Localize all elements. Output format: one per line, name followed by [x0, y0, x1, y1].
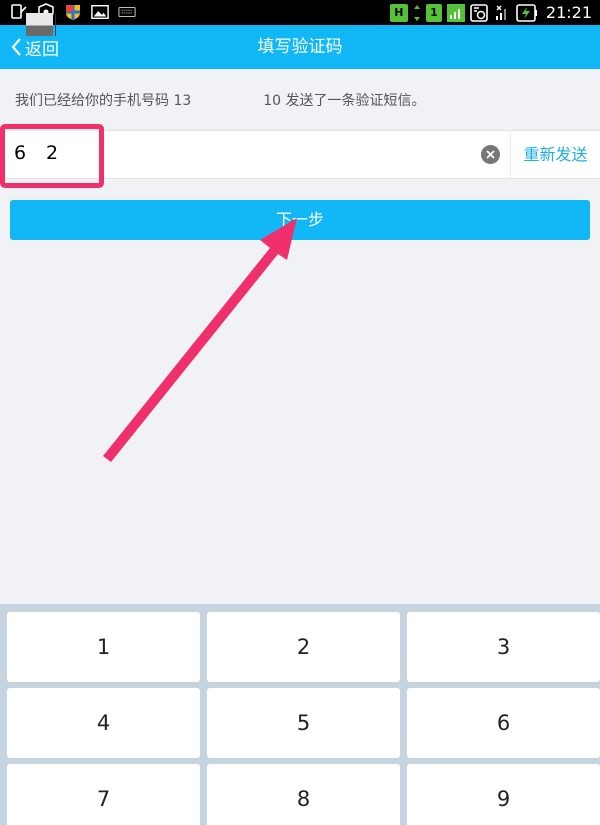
- close-icon: [486, 150, 495, 159]
- message-phone-tail: 10: [263, 93, 282, 109]
- key-2[interactable]: 2: [207, 612, 400, 682]
- text-cursor: [55, 14, 56, 36]
- page-title: 填写验证码: [257, 37, 343, 57]
- clear-input-button[interactable]: [481, 145, 500, 164]
- input-highlight-annotation: [0, 124, 104, 188]
- numeric-keypad: 1 2 3 4 5 6 7 8 9: [0, 604, 600, 825]
- data-arrows-icon: [413, 4, 421, 22]
- key-5[interactable]: 5: [207, 688, 400, 758]
- verify-code-screen: H 1 21:21 返回 填写验证码 我们已经给你的手机号码 13 10 发送了…: [0, 0, 600, 825]
- phone-number-redaction: [191, 94, 264, 108]
- status-bar: H 1 21:21: [0, 0, 600, 25]
- code-redaction: [26, 13, 53, 36]
- signal-weak-icon: [493, 4, 511, 22]
- key-3[interactable]: 3: [407, 612, 600, 682]
- key-4[interactable]: 4: [7, 688, 200, 758]
- key-6[interactable]: 6: [407, 688, 600, 758]
- keyboard-icon: [118, 3, 136, 21]
- key-1[interactable]: 1: [7, 612, 200, 682]
- battery-charging-icon: [516, 3, 538, 22]
- system-status: H 1 21:21: [389, 2, 592, 23]
- sms-sent-message: 我们已经给你的手机号码 13 10 发送了一条验证短信。: [15, 90, 426, 110]
- key-8[interactable]: 8: [207, 764, 400, 825]
- image-icon: [91, 3, 109, 21]
- next-step-button[interactable]: 下一步: [10, 200, 590, 240]
- title-bar: 返回 填写验证码: [0, 25, 600, 69]
- back-label: 返回: [25, 39, 59, 60]
- message-suffix: 发送了一条验证短信。: [281, 93, 426, 109]
- resend-button[interactable]: 重新发送: [510, 130, 600, 179]
- key-9[interactable]: 9: [407, 764, 600, 825]
- signal-icon: [446, 3, 465, 22]
- message-prefix: 我们已经给你的手机号码 13: [15, 93, 192, 109]
- h-network-icon: H: [389, 3, 408, 22]
- key-7[interactable]: 7: [7, 764, 200, 825]
- chevron-left-icon: [11, 38, 21, 56]
- store-icon: [64, 3, 82, 21]
- sim-icon: 1: [425, 3, 442, 22]
- clock: 21:21: [545, 3, 592, 22]
- sync-icon: [470, 3, 488, 22]
